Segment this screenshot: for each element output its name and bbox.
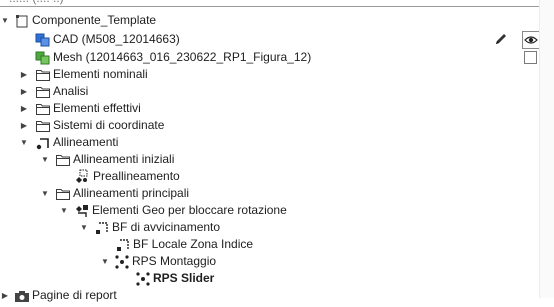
tree-item-main-alignments[interactable]: ▼ Allineamenti principali bbox=[0, 185, 540, 202]
cad-model-icon bbox=[35, 32, 51, 48]
eye-icon[interactable] bbox=[522, 31, 540, 49]
expand-arrow-icon[interactable]: ▶ bbox=[19, 66, 29, 83]
tree-item-report-pages[interactable]: ▶ Pagine di report bbox=[0, 287, 540, 304]
collapse-arrow-icon[interactable]: ▼ bbox=[100, 253, 110, 270]
collapse-arrow-icon[interactable]: ▼ bbox=[79, 219, 89, 236]
tree-item-analysis[interactable]: ▶ Analisi bbox=[0, 83, 540, 100]
geometry-alignment-icon bbox=[74, 203, 90, 219]
component-icon bbox=[14, 13, 30, 29]
tree-item-initial-alignments[interactable]: ▼ Allineamenti iniziali bbox=[0, 151, 540, 168]
alignment-icon bbox=[35, 135, 51, 151]
tree-item-label: Mesh (12014663_016_230622_RP1_Figura_12) bbox=[53, 50, 312, 64]
tree-item-label: Analisi bbox=[53, 84, 89, 98]
rps-icon bbox=[114, 254, 130, 270]
tree-item-cad[interactable]: CAD (M508_12014663) bbox=[0, 31, 540, 50]
best-fit-icon bbox=[94, 220, 110, 236]
collapse-arrow-icon[interactable]: ▼ bbox=[0, 12, 10, 29]
tree-item-label: BF di avvicinamento bbox=[112, 220, 221, 234]
vertical-scrollbar[interactable] bbox=[539, 0, 554, 298]
tree-item-actual[interactable]: ▶ Elementi effettivi bbox=[0, 100, 540, 117]
tree-item-label: CAD (M508_12014663) bbox=[53, 32, 180, 46]
tree-item-rps-mount[interactable]: ▼ RPS Montaggio bbox=[0, 253, 540, 270]
tree-item-label: Allineamenti principali bbox=[73, 186, 190, 200]
folder-icon bbox=[35, 101, 51, 117]
tree-item-bf-approach[interactable]: ▼ BF di avvicinamento bbox=[0, 219, 540, 236]
rps-icon bbox=[135, 271, 151, 287]
tree-item-mesh[interactable]: Mesh (12014663_016_230622_RP1_Figura_12) bbox=[0, 49, 540, 66]
collapse-arrow-icon[interactable]: ▼ bbox=[59, 202, 69, 219]
tree-item-label: Pagine di report bbox=[32, 288, 117, 302]
tree-item-prealignment[interactable]: Preallineamento bbox=[0, 168, 540, 185]
tree-item-alignments[interactable]: ▼ Allineamenti bbox=[0, 134, 540, 151]
tree-item-label: Componente_Template bbox=[32, 13, 157, 27]
tree-item-bf-local[interactable]: BF Locale Zona Indice bbox=[0, 236, 540, 253]
expand-arrow-icon[interactable]: ▶ bbox=[19, 83, 29, 100]
mesh-icon bbox=[35, 50, 51, 66]
tree-item-label: BF Locale Zona Indice bbox=[133, 237, 254, 251]
tree-item-rps-slider[interactable]: RPS Slider bbox=[0, 270, 540, 287]
tree-item-label: Allineamenti iniziali bbox=[73, 152, 175, 166]
tree-item-label: Allineamenti bbox=[53, 135, 119, 149]
folder-icon bbox=[35, 67, 51, 83]
prealignment-icon bbox=[75, 169, 91, 185]
pencil-icon[interactable] bbox=[494, 31, 508, 50]
expand-arrow-icon[interactable]: ▶ bbox=[19, 117, 29, 134]
folder-icon bbox=[35, 118, 51, 134]
tree-item-label: Elementi Geo per bloccare rotazione bbox=[92, 203, 287, 217]
expand-arrow-icon[interactable]: ▶ bbox=[19, 100, 29, 117]
tree-item-label: Sistemi di coordinate bbox=[53, 118, 165, 132]
collapse-arrow-icon[interactable]: ▼ bbox=[40, 151, 50, 168]
folder-icon bbox=[35, 84, 51, 100]
tree-item-label: RPS Slider bbox=[153, 271, 215, 285]
visibility-checkbox[interactable] bbox=[524, 51, 537, 64]
collapse-arrow-icon[interactable]: ▼ bbox=[40, 185, 50, 202]
tree-item-label: Elementi nominali bbox=[53, 67, 148, 81]
expand-arrow-icon[interactable]: ▶ bbox=[0, 287, 10, 304]
project-tree: ▼ Componente_Template CAD (M508_12014663… bbox=[0, 0, 540, 302]
tree-item-label: Preallineamento bbox=[93, 169, 180, 183]
best-fit-icon bbox=[115, 237, 131, 253]
folder-icon bbox=[55, 186, 71, 202]
tree-item-coordinate-systems[interactable]: ▶ Sistemi di coordinate bbox=[0, 117, 540, 134]
collapse-arrow-icon[interactable]: ▼ bbox=[19, 134, 29, 151]
tree-item-label: Elementi effettivi bbox=[53, 101, 141, 115]
camera-icon bbox=[14, 288, 30, 304]
tree-item-nominal[interactable]: ▶ Elementi nominali bbox=[0, 66, 540, 83]
folder-icon bbox=[55, 152, 71, 168]
tree-item-root[interactable]: ▼ Componente_Template bbox=[0, 12, 540, 29]
tree-item-geo-elements[interactable]: ▼ Elementi Geo per bloccare rotazione bbox=[0, 202, 540, 219]
tree-item-label: RPS Montaggio bbox=[132, 254, 217, 268]
